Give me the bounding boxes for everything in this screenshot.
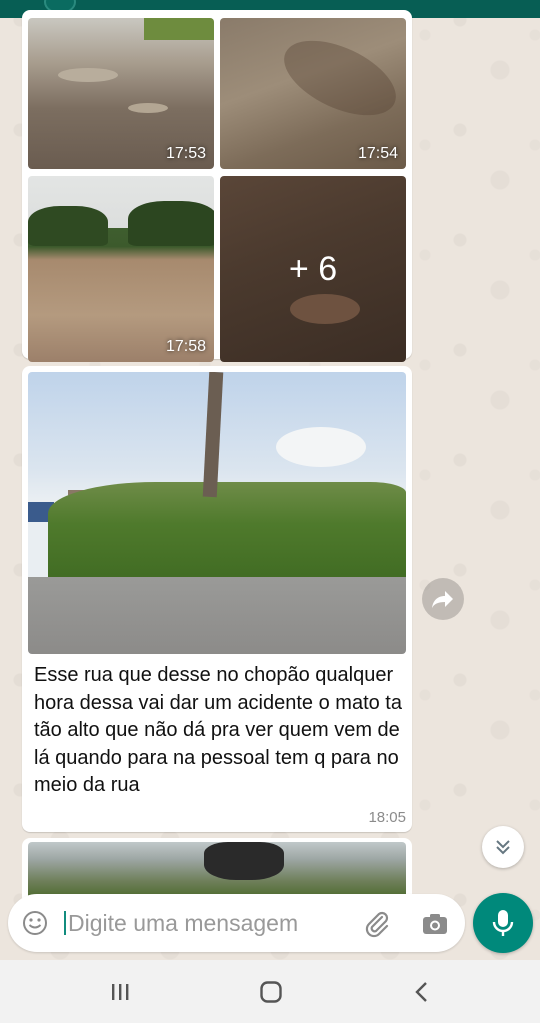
message-composer [8, 894, 465, 952]
home-button[interactable] [251, 978, 291, 1006]
forward-icon [432, 591, 453, 608]
album-image-1[interactable]: 17:53 [28, 18, 214, 169]
paperclip-icon[interactable] [362, 909, 392, 939]
back-button[interactable] [402, 978, 442, 1006]
image-message-bubble [22, 838, 412, 898]
album-image-3[interactable]: 17:58 [28, 176, 214, 362]
message-image[interactable] [28, 842, 406, 898]
camera-icon[interactable] [420, 909, 450, 939]
image-album-bubble: 17:53 17:54 17:58 + 6 [22, 10, 412, 362]
microphone-icon [492, 910, 514, 936]
album-image-2[interactable]: 17:54 [220, 18, 406, 169]
text-cursor [64, 911, 66, 935]
message-time: 17:58 [165, 338, 206, 355]
double-chevron-down-icon [496, 840, 510, 855]
recents-button[interactable] [100, 978, 140, 1006]
message-time: 18:05 [368, 809, 406, 826]
back-icon [415, 982, 427, 1002]
forward-button[interactable] [422, 578, 464, 620]
emoji-icon[interactable] [22, 910, 48, 936]
more-images-count: + 6 [288, 249, 338, 288]
message-time: 17:54 [357, 145, 398, 162]
message-caption: Esse rua que desse no chopão qualquer ho… [34, 664, 402, 796]
album-image-more[interactable]: + 6 [220, 176, 406, 362]
scroll-to-bottom-button[interactable] [482, 826, 524, 868]
system-navigation-bar [0, 960, 540, 1023]
message-time: 17:53 [165, 145, 206, 162]
recents-icon [112, 984, 129, 1000]
home-icon [260, 981, 282, 1003]
voice-message-button[interactable] [473, 893, 533, 953]
message-input[interactable] [68, 908, 338, 938]
message-image[interactable] [28, 372, 406, 654]
image-message-bubble: Esse rua que desse no chopão qualquer ho… [22, 366, 412, 832]
